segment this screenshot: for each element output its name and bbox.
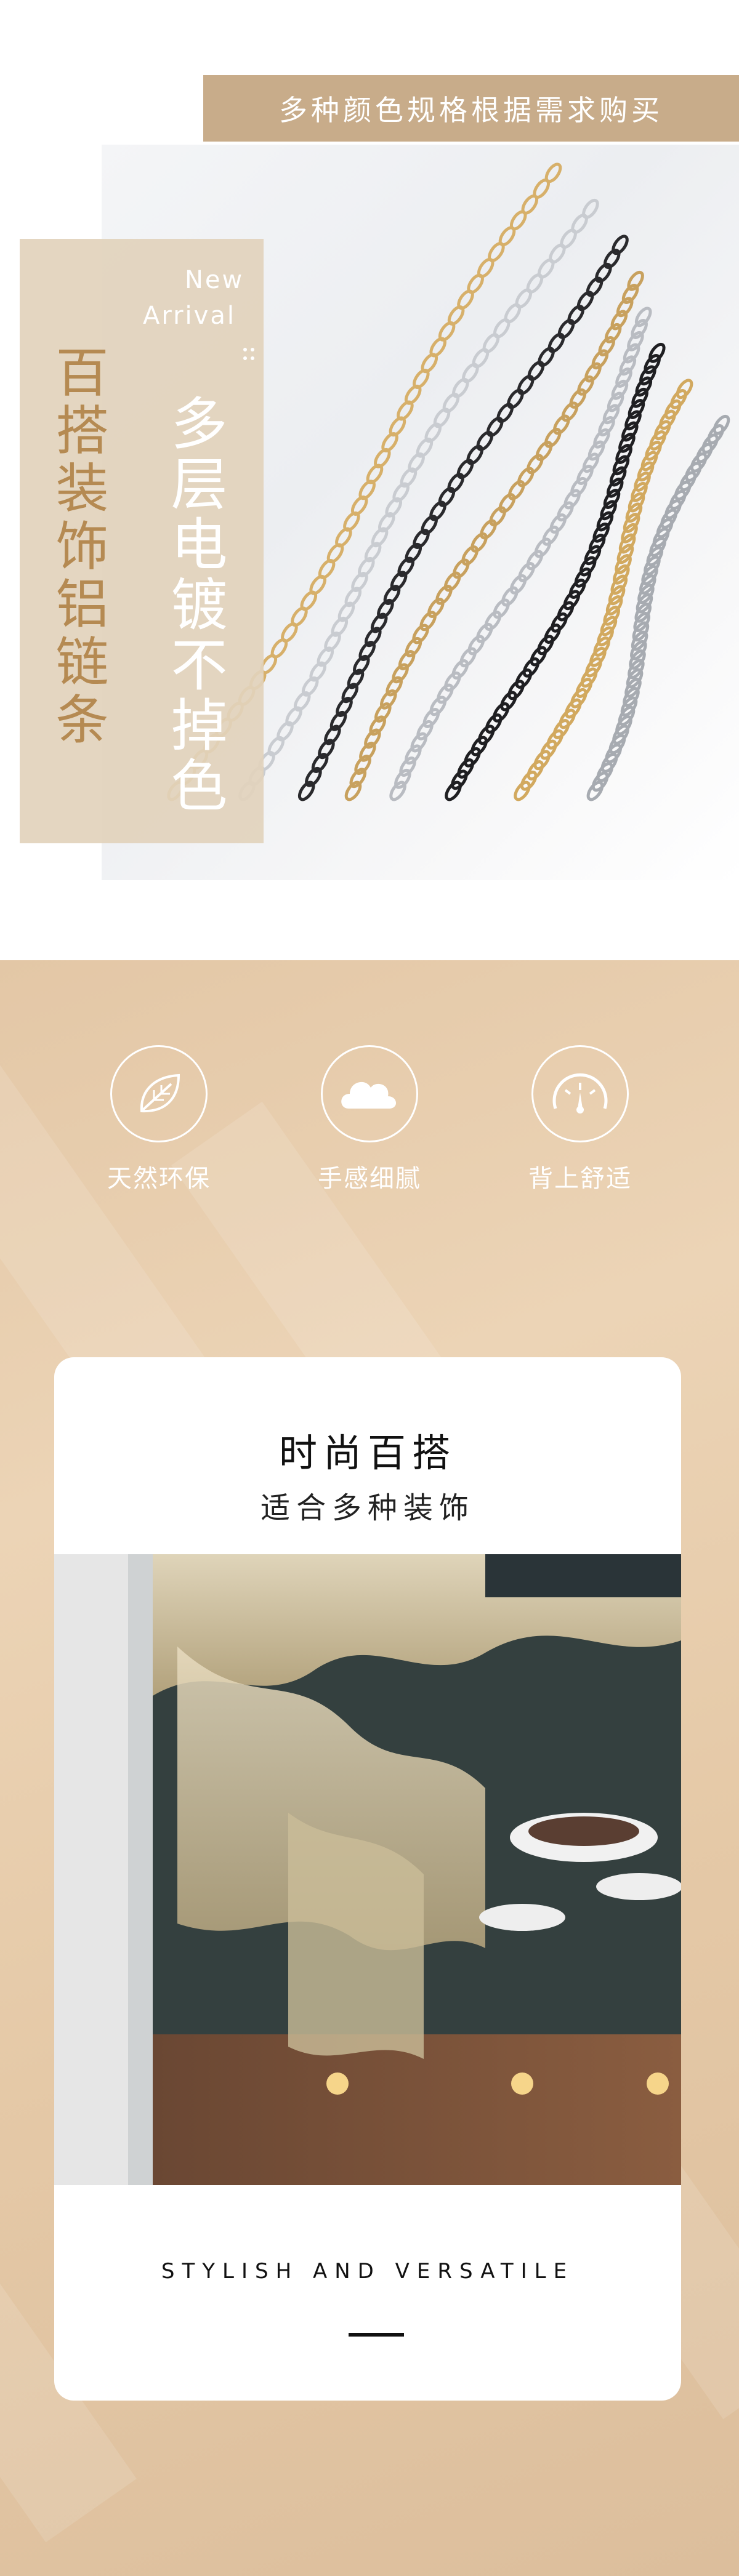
features-section: 天然环保 手感细腻 背上舒适 时尚百搭 适合多种装饰 STYLISH AND V…: [0, 960, 739, 2576]
promo-banner-text: 多种颜色规格根据需求购买: [279, 94, 663, 127]
leaf-icon: [110, 1045, 208, 1142]
feature-eco-label: 天然环保: [107, 1165, 211, 1193]
feature-comfort: 背上舒适: [506, 1045, 654, 1194]
interior-scene: [54, 1554, 681, 2185]
card-subtitle: 适合多种装饰: [260, 1491, 475, 1525]
feature-soft-label: 手感细腻: [318, 1165, 421, 1193]
arrival-label: Arrival: [143, 302, 236, 330]
product-title: 百搭装饰铝链条: [46, 345, 108, 750]
card-footer-text: STYLISH AND VERSATILE: [161, 2259, 575, 2284]
footer-dash: [349, 2333, 404, 2337]
interior-decor-photo: [54, 1554, 681, 2185]
chain-strand: [389, 307, 652, 801]
dots-decoration: [243, 348, 254, 360]
chain-strand: [238, 198, 599, 801]
feature-soft: 手感细腻: [296, 1045, 443, 1194]
gauge-icon: [531, 1045, 629, 1142]
card-title: 时尚百搭: [278, 1430, 456, 1475]
showcase-card: 时尚百搭 适合多种装饰 STYLISH AND VERSATILE: [54, 1357, 681, 2401]
feature-eco: 天然环保: [85, 1045, 233, 1194]
feature-comfort-label: 背上舒适: [528, 1165, 632, 1193]
product-subtitle: 多层电镀不掉色: [161, 394, 227, 816]
new-label: New: [185, 266, 244, 294]
cloud-icon: [321, 1045, 418, 1142]
promo-banner: 多种颜色规格根据需求购买: [203, 75, 739, 142]
hero-section: 多种颜色规格根据需求购买 百搭装饰铝链条 多层电镀不掉色 New Arrival: [0, 0, 739, 960]
